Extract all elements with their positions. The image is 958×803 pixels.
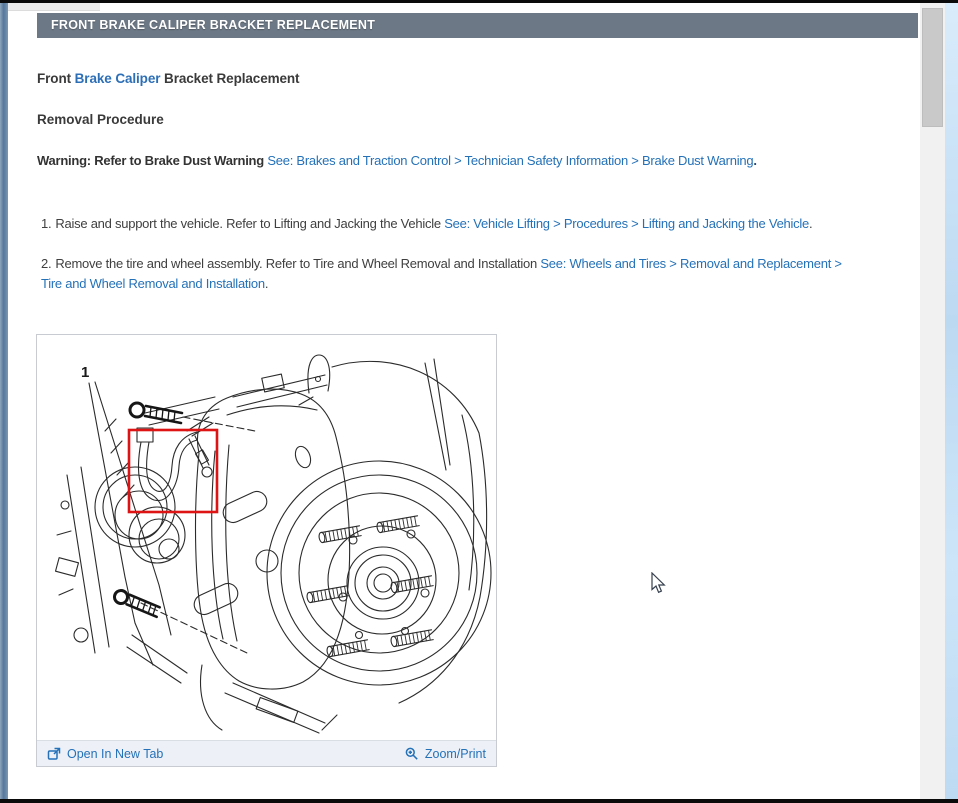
figure-action-bar: Open In New Tab Zoom/Print <box>37 740 496 766</box>
open-in-new-tab-label: Open In New Tab <box>67 746 164 761</box>
title-text-pre: Front <box>37 71 75 86</box>
window-bottom-edge <box>0 799 958 803</box>
zoom-print-label: Zoom/Print <box>424 746 486 761</box>
title-brake-caliper-link[interactable]: Brake Caliper <box>75 71 161 86</box>
step-1-see-link[interactable]: See: Vehicle Lifting > Procedures > Lift… <box>444 216 809 231</box>
open-in-new-tab-icon <box>47 747 61 760</box>
scrolled-element-remnant <box>8 2 100 11</box>
zoom-print-button[interactable]: Zoom/Print <box>405 747 486 761</box>
warning-paragraph: Warning: Refer to Brake Dust Warning See… <box>37 153 917 168</box>
step-1-number: 1. <box>41 216 52 231</box>
page-title: FRONT BRAKE CALIPER BRACKET REPLACEMENT <box>37 13 918 38</box>
window-top-edge <box>0 0 958 3</box>
caliper-bracket-bolt-bottom <box>113 589 162 619</box>
mouse-cursor <box>651 572 666 594</box>
step-1: 1. Raise and support the vehicle. Refer t… <box>37 214 926 234</box>
open-in-new-tab-button[interactable]: Open In New Tab <box>47 747 163 761</box>
warning-bold-text: Warning: Refer to Brake Dust Warning <box>37 153 268 168</box>
figure-callout-1: 1 <box>81 364 89 381</box>
caliper-bottom-arm <box>199 664 338 734</box>
rotor-hub-assembly <box>266 460 492 686</box>
warning-period: . <box>753 153 757 168</box>
zoom-magnifier-icon <box>405 747 418 760</box>
document-title: Front Brake Caliper Bracket Replacement <box>37 71 300 86</box>
step-1-text: Raise and support the vehicle. Refer to … <box>55 216 445 231</box>
window-right-border <box>945 0 958 803</box>
warning-see-link[interactable]: See: Brakes and Traction Control > Techn… <box>267 153 753 168</box>
brake-caliper-diagram: 1 <box>54 354 492 734</box>
caliper-top-arm <box>232 354 331 408</box>
window-left-border <box>0 2 8 800</box>
step-2: 2. Remove the tire and wheel assembly. Re… <box>37 254 849 294</box>
vertical-scrollbar[interactable] <box>920 3 945 799</box>
step-2-text: Remove the tire and wheel assembly. Refe… <box>55 256 541 271</box>
step-2-period: . <box>264 276 269 291</box>
step-1-period: . <box>809 216 813 231</box>
step-2-number: 2. <box>41 256 52 271</box>
splash-shield <box>331 358 488 704</box>
section-heading: Removal Procedure <box>37 112 164 127</box>
figure-panel: 1 Open In New Tab Zoom/Print <box>36 334 497 767</box>
scrollbar-thumb[interactable] <box>922 8 943 127</box>
title-text-post: Bracket Replacement <box>160 71 300 86</box>
caliper-body <box>193 388 351 690</box>
